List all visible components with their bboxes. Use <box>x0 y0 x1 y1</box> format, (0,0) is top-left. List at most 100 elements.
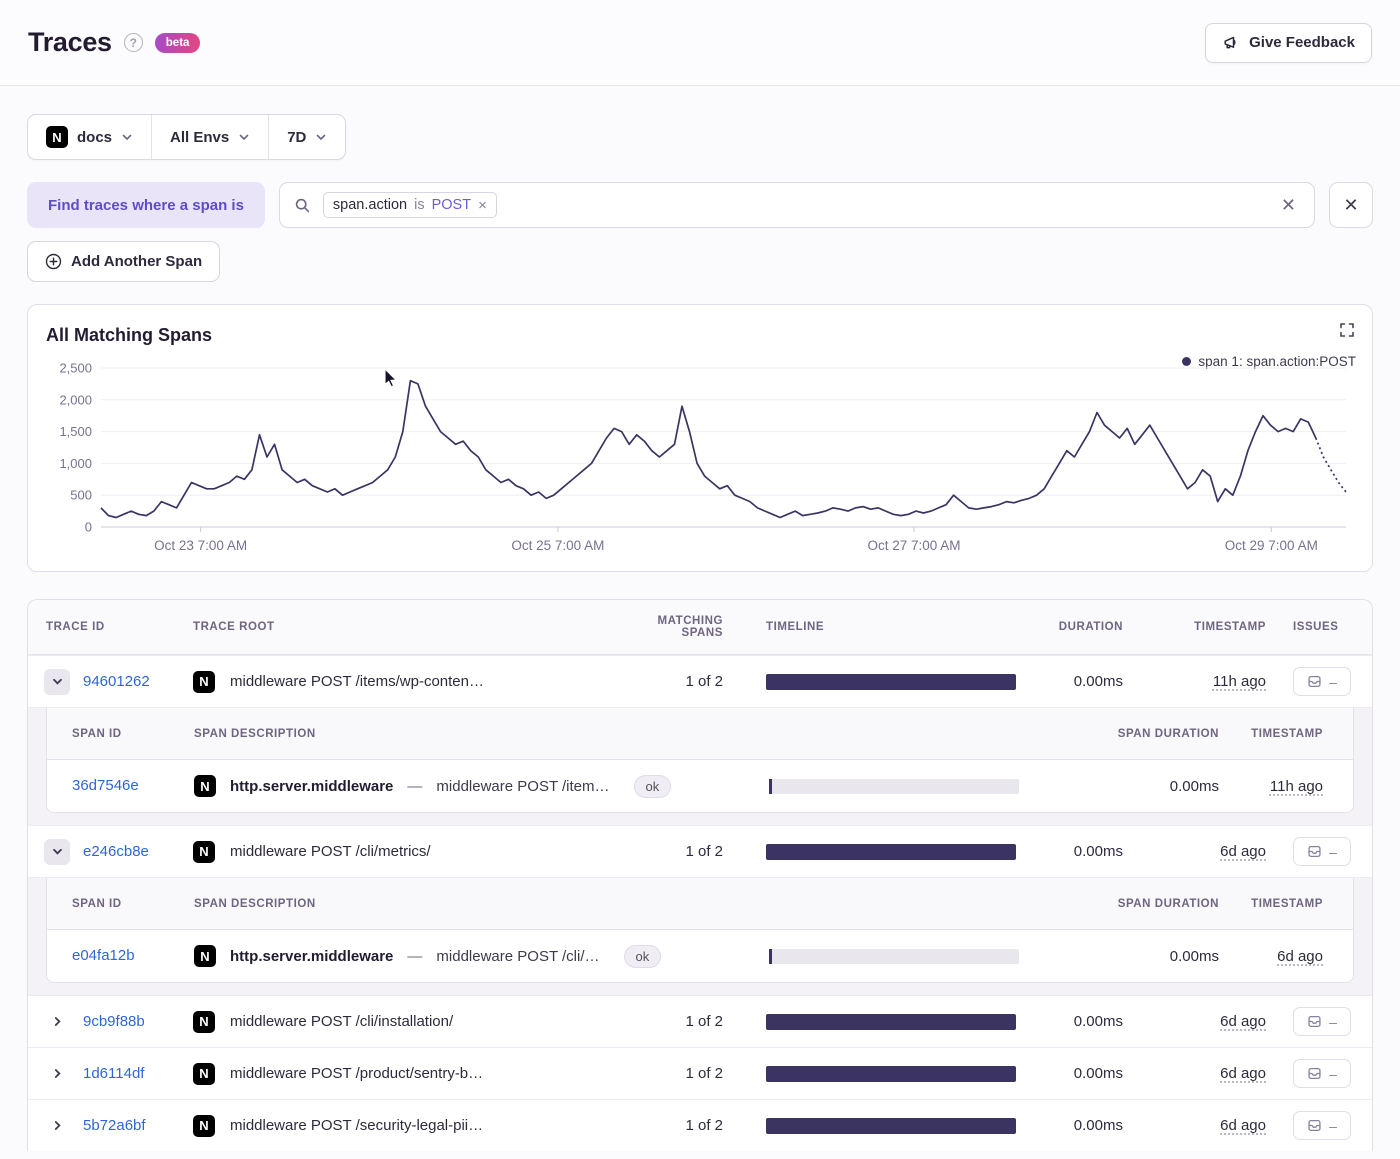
plus-circle-icon <box>45 253 62 270</box>
top-bar: Traces ? beta Give Feedback <box>0 0 1400 86</box>
svg-text:0: 0 <box>85 520 92 535</box>
span-duration: 0.00ms <box>1169 947 1219 965</box>
span-timestamp[interactable]: 6d ago <box>1277 948 1323 965</box>
remove-span-query-button[interactable]: ✕ <box>1329 182 1373 228</box>
search-clear-icon[interactable]: ✕ <box>1277 192 1300 218</box>
expanded-spans-panel: SPAN ID SPAN DESCRIPTION SPAN DURATION T… <box>28 877 1372 995</box>
chevron-down-icon <box>238 131 250 143</box>
trace-timestamp[interactable]: 11h ago <box>1213 673 1266 690</box>
trace-root-label: middleware POST /cli/metrics/ <box>230 843 431 860</box>
issues-count: – <box>1329 1013 1337 1030</box>
trace-row: 94601262 N middleware POST /items/wp-con… <box>28 655 1372 707</box>
trace-id-link[interactable]: 94601262 <box>83 673 150 690</box>
nextjs-platform-icon: N <box>194 945 216 967</box>
nextjs-platform-icon: N <box>193 1010 215 1033</box>
svg-text:Oct 27 7:00 AM: Oct 27 7:00 AM <box>867 538 960 553</box>
span-description: middleware POST /cli/… <box>436 947 600 965</box>
span-timeline-tick <box>769 778 772 794</box>
issues-button[interactable]: – <box>1293 1007 1351 1036</box>
expand-chart-icon[interactable] <box>1339 322 1355 338</box>
date-range-filter[interactable]: 7D <box>268 115 345 159</box>
project-filter-label: docs <box>77 128 113 146</box>
issues-button[interactable]: – <box>1293 667 1351 696</box>
span-row: 36d7546e N http.server.middleware — midd… <box>47 759 1353 812</box>
svg-text:Oct 23 7:00 AM: Oct 23 7:00 AM <box>154 538 247 553</box>
timeline-bar[interactable] <box>766 673 1016 690</box>
span-timestamp[interactable]: 11h ago <box>1270 778 1323 795</box>
timeline-bar[interactable] <box>766 1013 1016 1030</box>
trace-timestamp[interactable]: 6d ago <box>1220 843 1266 860</box>
trace-root-label: middleware POST /security-legal-pii… <box>230 1117 484 1134</box>
chart-plot-area[interactable]: 0 500 1,000 1,500 2,000 2,500 Oct 23 7:00 AM Oc… <box>46 360 1356 565</box>
search-filter-token[interactable]: span.action is POST × <box>322 192 497 218</box>
column-header-duration: DURATION <box>1058 621 1123 633</box>
column-header-span-duration: SPAN DURATION <box>1117 727 1219 740</box>
column-header-timeline: TIMELINE <box>766 621 825 633</box>
column-header-span-description: SPAN DESCRIPTION <box>194 727 316 740</box>
span-id-link[interactable]: 36d7546e <box>72 777 139 794</box>
token-operator: is <box>414 197 425 213</box>
span-id-link[interactable]: e04fa12b <box>72 947 135 964</box>
traces-table: TRACE ID TRACE ROOT MATCHING SPANS TIMEL… <box>27 599 1373 1151</box>
expand-row-button[interactable] <box>44 1061 70 1087</box>
span-row: e04fa12b N http.server.middleware — midd… <box>47 929 1353 982</box>
column-header-matching-spans: MATCHING SPANS <box>657 615 723 639</box>
matching-spans-count: 1 of 2 <box>685 1117 723 1134</box>
column-header-span-timestamp: TIMESTAMP <box>1251 897 1323 910</box>
trace-row: e246cb8e N middleware POST /cli/metrics/… <box>28 825 1372 877</box>
environment-filter[interactable]: All Envs <box>151 115 268 159</box>
span-description: middleware POST /item… <box>436 777 610 795</box>
issues-button[interactable]: – <box>1293 837 1351 866</box>
trace-timestamp[interactable]: 6d ago <box>1220 1013 1266 1030</box>
trace-id-link[interactable]: e246cb8e <box>83 843 149 860</box>
column-header-span-timestamp: TIMESTAMP <box>1251 727 1323 740</box>
expanded-spans-panel: SPAN ID SPAN DESCRIPTION SPAN DURATION T… <box>28 707 1372 825</box>
issues-button[interactable]: – <box>1293 1111 1351 1140</box>
matching-spans-chart-card: All Matching Spans span 1: span.action:P… <box>27 304 1373 572</box>
span-search-input[interactable]: span.action is POST × ✕ <box>278 182 1315 228</box>
span-duration: 0.00ms <box>1169 777 1219 795</box>
span-timeline-bar[interactable] <box>769 948 1019 964</box>
give-feedback-button[interactable]: Give Feedback <box>1205 22 1372 63</box>
trace-root-label: middleware POST /product/sentry-b… <box>230 1065 484 1082</box>
chart-title: All Matching Spans <box>46 325 213 345</box>
megaphone-icon <box>1222 34 1240 52</box>
column-header-span-duration: SPAN DURATION <box>1117 897 1219 910</box>
help-icon[interactable]: ? <box>123 33 143 52</box>
matching-spans-count: 1 of 2 <box>685 673 723 690</box>
trace-id-link[interactable]: 9cb9f88b <box>83 1013 145 1030</box>
trace-root-label: middleware POST /cli/installation/ <box>230 1013 454 1030</box>
span-timeline-bar[interactable] <box>769 778 1019 794</box>
trace-id-link[interactable]: 5b72a6bf <box>83 1117 146 1134</box>
svg-text:1,500: 1,500 <box>59 424 92 439</box>
issues-count: – <box>1329 1065 1337 1082</box>
collapse-row-button[interactable] <box>44 838 70 865</box>
svg-text:Oct 25 7:00 AM: Oct 25 7:00 AM <box>511 538 604 553</box>
chevron-down-icon <box>121 131 133 143</box>
matching-spans-count: 1 of 2 <box>685 843 723 860</box>
chevron-down-icon <box>315 131 327 143</box>
token-remove-icon[interactable]: × <box>478 198 487 213</box>
search-icon <box>294 197 311 214</box>
trace-row: 9cb9f88b N middleware POST /cli/installa… <box>28 995 1372 1047</box>
add-another-span-button[interactable]: Add Another Span <box>27 241 221 282</box>
trace-root-label: middleware POST /items/wp-conten… <box>230 673 484 690</box>
traces-table-header: TRACE ID TRACE ROOT MATCHING SPANS TIMEL… <box>28 600 1372 655</box>
expand-row-button[interactable] <box>44 1113 70 1139</box>
timeline-bar[interactable] <box>766 843 1016 860</box>
trace-id-link[interactable]: 1d6114df <box>83 1065 144 1082</box>
project-filter[interactable]: N docs <box>28 115 151 159</box>
token-value: POST <box>431 197 472 213</box>
timeline-bar[interactable] <box>766 1065 1016 1082</box>
nextjs-platform-icon: N <box>193 1062 215 1085</box>
trace-timestamp[interactable]: 6d ago <box>1220 1117 1266 1134</box>
collapse-row-button[interactable] <box>44 668 70 695</box>
timeline-bar[interactable] <box>766 1117 1016 1134</box>
issues-button[interactable]: – <box>1293 1059 1351 1088</box>
beta-badge: beta <box>154 32 201 53</box>
span-status-badge: ok <box>623 944 662 968</box>
expand-row-button[interactable] <box>44 1009 70 1035</box>
trace-duration: 0.00ms <box>1073 843 1123 860</box>
svg-text:Oct 29 7:00 AM: Oct 29 7:00 AM <box>1225 538 1318 553</box>
trace-timestamp[interactable]: 6d ago <box>1220 1065 1266 1082</box>
